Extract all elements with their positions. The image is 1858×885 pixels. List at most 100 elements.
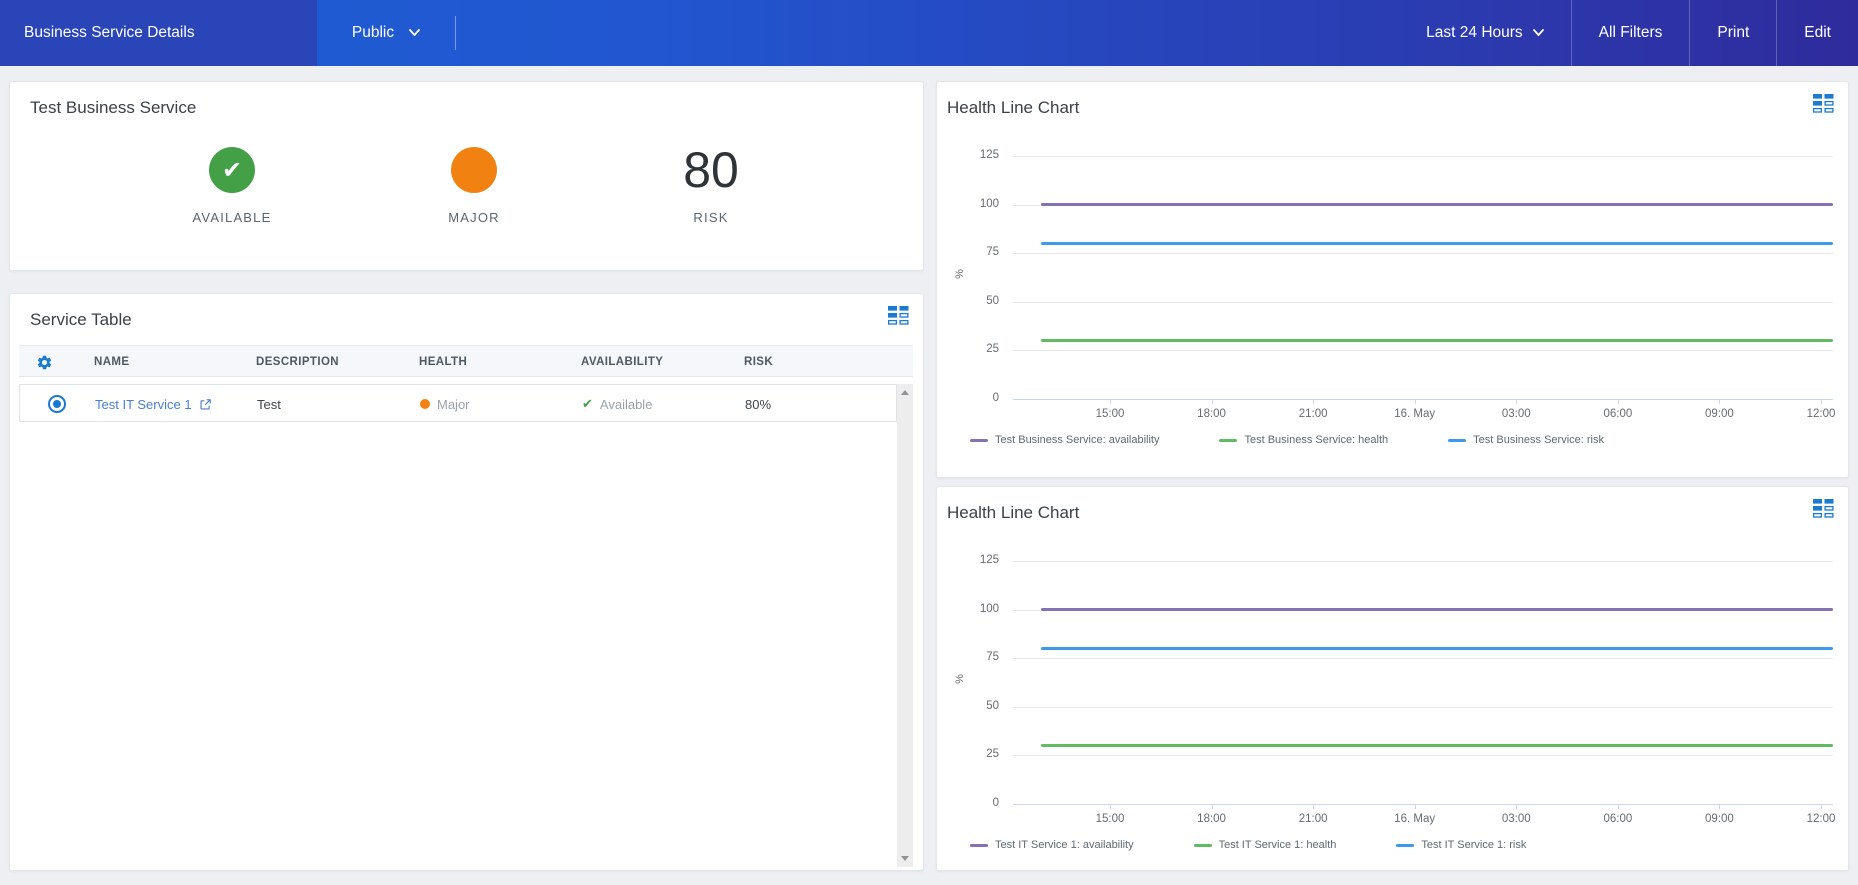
legend-swatch-icon <box>1194 844 1212 847</box>
legend-item[interactable]: Test Business Service: availability <box>970 434 1159 446</box>
y-tick-label: 125 <box>941 554 999 566</box>
table-header-row: NAME DESCRIPTION HEALTH AVAILABILITY RIS… <box>19 345 913 377</box>
x-axis-line <box>1013 399 1833 400</box>
legend-swatch-icon <box>1396 844 1414 847</box>
x-tickmark <box>1821 804 1822 809</box>
x-tickmark <box>1719 804 1720 809</box>
y-tick-label: 50 <box>941 700 999 712</box>
legend-swatch-icon <box>970 439 988 442</box>
x-tickmark <box>1212 804 1213 809</box>
y-tick-label: 0 <box>941 392 999 404</box>
availability-status-label: AVAILABLE <box>193 210 272 225</box>
edit-button[interactable]: Edit <box>1777 0 1858 66</box>
x-tick-label: 16. May <box>1375 813 1455 825</box>
gridline <box>1013 707 1833 708</box>
x-tick-label: 15:00 <box>1070 813 1150 825</box>
x-axis-line <box>1013 804 1833 805</box>
x-tick-label: 03:00 <box>1476 408 1556 420</box>
x-tick-label: 09:00 <box>1679 813 1759 825</box>
y-axis-title: % <box>954 269 966 279</box>
chart-legend: Test Business Service: availability Test … <box>970 434 1604 446</box>
service-description: Test <box>257 385 281 423</box>
column-header-risk[interactable]: RISK <box>744 346 773 378</box>
x-tickmark <box>1110 804 1111 809</box>
page-title-section: Business Service Details <box>0 0 317 66</box>
layout-grid-icon[interactable] <box>1813 94 1834 113</box>
x-tickmark <box>1313 804 1314 809</box>
print-label: Print <box>1717 24 1749 42</box>
column-header-description[interactable]: DESCRIPTION <box>256 346 339 378</box>
legend-item[interactable]: Test Business Service: health <box>1219 434 1388 446</box>
y-tick-label: 125 <box>941 149 999 161</box>
health-status: MAJOR <box>364 140 584 225</box>
header-actions: Last 24 Hours All Filters Print Edit <box>1399 0 1858 66</box>
y-tick-label: 75 <box>941 246 999 258</box>
y-tick-label: 25 <box>941 748 999 760</box>
x-tick-label: 12:00 <box>1781 408 1858 420</box>
column-header-availability[interactable]: AVAILABILITY <box>581 346 663 378</box>
series-line-risk <box>1041 242 1833 245</box>
legend-item[interactable]: Test IT Service 1: availability <box>970 839 1134 851</box>
legend-label: Test Business Service: health <box>1244 434 1388 446</box>
print-button[interactable]: Print <box>1690 0 1776 66</box>
series-line-health <box>1041 339 1833 342</box>
legend-label: Test Business Service: availability <box>995 434 1159 446</box>
x-tickmark <box>1618 804 1619 809</box>
page-title: Business Service Details <box>0 24 195 42</box>
x-tickmark <box>1719 399 1720 404</box>
gridline <box>1013 302 1833 303</box>
service-table-card: Service Table NAME DESCRIPTION HEALTH AV… <box>9 293 924 871</box>
legend-swatch-icon <box>1219 439 1237 442</box>
x-tick-label: 21:00 <box>1273 813 1353 825</box>
y-tick-label: 100 <box>941 603 999 615</box>
column-header-name[interactable]: NAME <box>94 346 129 378</box>
visibility-dropdown[interactable]: Public <box>317 0 455 66</box>
table-scrollbar[interactable] <box>897 384 913 867</box>
table-row[interactable]: Test IT Service 1 Test Major ✔ Available… <box>19 384 897 422</box>
scroll-down-icon[interactable] <box>901 856 909 861</box>
chart-title: Health Line Chart <box>947 503 1079 523</box>
gridline <box>1013 561 1833 562</box>
availability-check-icon: ✔ <box>582 396 593 412</box>
service-availability: Available <box>600 397 653 412</box>
gridline <box>1013 156 1833 157</box>
x-tick-label: 16. May <box>1375 408 1455 420</box>
gear-icon <box>36 354 53 371</box>
scroll-up-icon[interactable] <box>901 390 909 395</box>
legend-item[interactable]: Test IT Service 1: health <box>1194 839 1337 851</box>
service-link[interactable]: Test IT Service 1 <box>95 397 192 412</box>
x-tick-label: 12:00 <box>1781 813 1858 825</box>
legend-label: Test IT Service 1: health <box>1219 839 1337 851</box>
external-link-icon[interactable] <box>199 398 212 411</box>
x-tickmark <box>1516 804 1517 809</box>
availability-check-icon: ✔ <box>209 147 255 193</box>
all-filters-button[interactable]: All Filters <box>1572 0 1690 66</box>
all-filters-label: All Filters <box>1599 24 1663 42</box>
y-tick-label: 75 <box>941 651 999 663</box>
chevron-down-icon <box>409 29 420 37</box>
legend-item[interactable]: Test IT Service 1: risk <box>1396 839 1526 851</box>
chevron-down-icon <box>1533 29 1544 37</box>
legend-swatch-icon <box>970 844 988 847</box>
table-settings-cell[interactable] <box>36 346 53 378</box>
x-tickmark <box>1415 804 1416 809</box>
header-divider <box>455 16 456 50</box>
risk-status-label: RISK <box>693 210 728 225</box>
health-line-chart-card-it-service: Health Line Chart % 125100755025015:0018… <box>936 486 1849 871</box>
edit-label: Edit <box>1804 24 1831 42</box>
x-tick-label: 15:00 <box>1070 408 1150 420</box>
time-range-dropdown[interactable]: Last 24 Hours <box>1399 0 1571 66</box>
gridline <box>1013 755 1833 756</box>
chart-legend: Test IT Service 1: availability Test IT S… <box>970 839 1526 851</box>
x-tickmark <box>1618 399 1619 404</box>
plot-area: 125100755025015:0018:0021:0016. May03:00… <box>1013 156 1833 399</box>
layout-grid-icon[interactable] <box>1813 499 1834 518</box>
column-header-health[interactable]: HEALTH <box>419 346 467 378</box>
layout-grid-icon[interactable] <box>888 306 909 325</box>
y-axis-title: % <box>954 674 966 684</box>
row-radio-button[interactable] <box>48 385 66 423</box>
service-table-title: Service Table <box>30 310 132 330</box>
health-line-chart-card-business-service: Health Line Chart % 125100755025015:0018… <box>936 81 1849 478</box>
y-tick-label: 50 <box>941 295 999 307</box>
legend-item[interactable]: Test Business Service: risk <box>1448 434 1604 446</box>
